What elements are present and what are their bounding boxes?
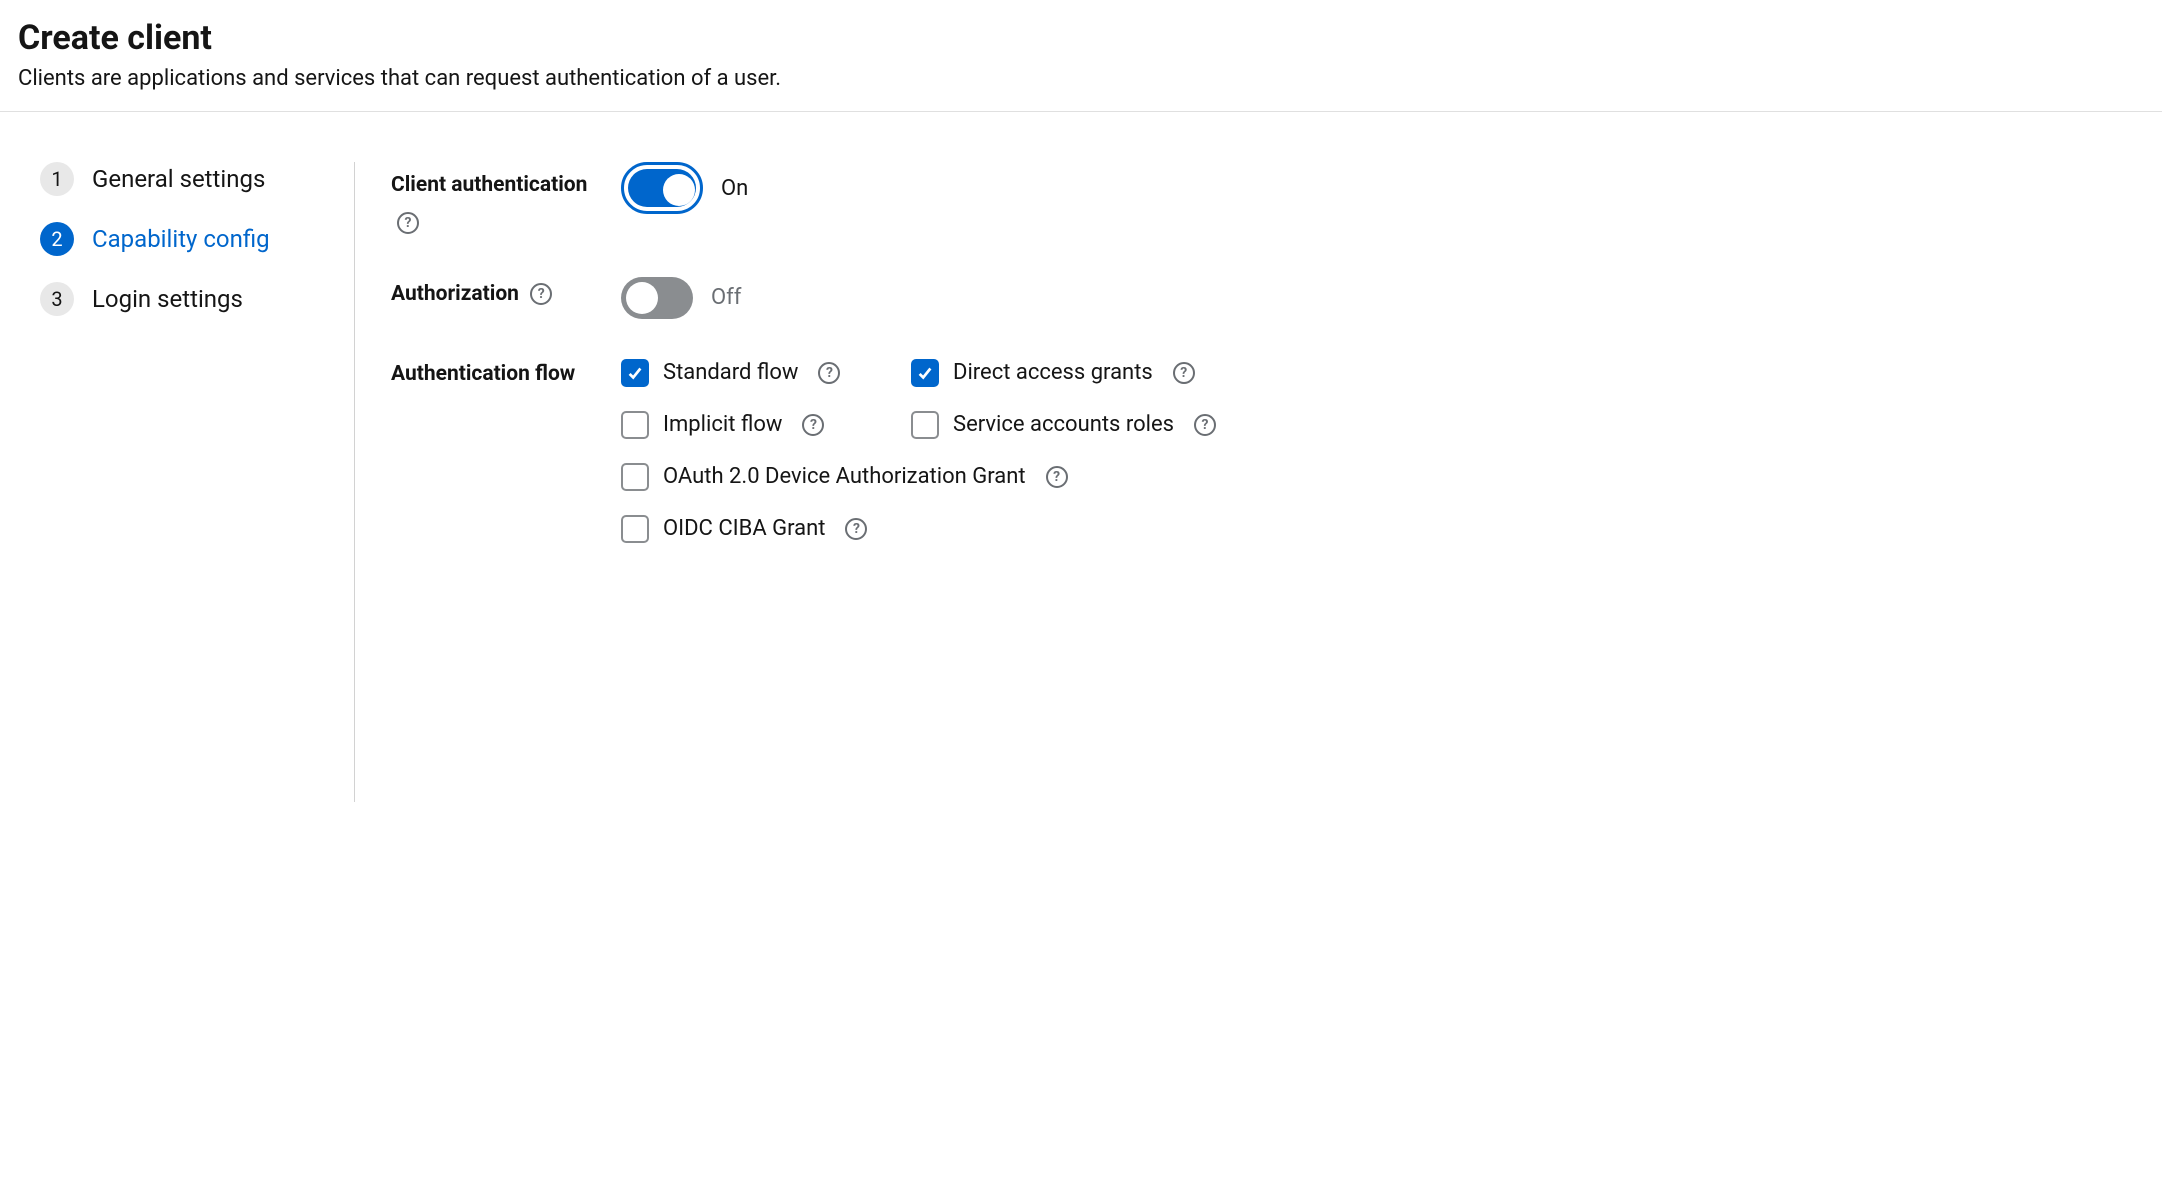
authentication-flow-label: Authentication flow [391, 362, 575, 386]
help-icon[interactable]: ? [530, 283, 552, 305]
step-number-badge: 2 [40, 222, 74, 256]
wizard-step-capability-config[interactable]: 2 Capability config [40, 222, 324, 256]
option-standard-flow: Standard flow ? [621, 359, 911, 387]
authorization-toggle[interactable] [621, 277, 693, 319]
help-icon[interactable]: ? [1046, 466, 1068, 488]
wizard-body: 1 General settings 2 Capability config 3… [0, 112, 2162, 802]
check-icon [916, 364, 934, 382]
page-header: Create client Clients are applications a… [0, 0, 2162, 112]
help-icon[interactable]: ? [1173, 362, 1195, 384]
help-icon[interactable]: ? [1194, 414, 1216, 436]
step-label: Login settings [92, 285, 243, 313]
page-subtitle: Clients are applications and services th… [18, 66, 2144, 91]
help-icon[interactable]: ? [397, 212, 419, 234]
checkbox-label: OIDC CIBA Grant [663, 516, 825, 541]
field-label: Authorization ? [391, 277, 621, 308]
option-oidc-ciba-grant: OIDC CIBA Grant ? [621, 515, 1231, 543]
checkbox-label: Direct access grants [953, 360, 1153, 385]
row-authorization: Authorization ? Off [391, 277, 2162, 319]
checkbox-label: Implicit flow [663, 412, 782, 437]
wizard-nav: 1 General settings 2 Capability config 3… [0, 162, 355, 802]
field-label: Authentication flow [391, 359, 621, 388]
toggle-state-label: Off [711, 285, 741, 310]
step-number-badge: 1 [40, 162, 74, 196]
row-client-authentication: Client authentication ? On [391, 162, 2162, 237]
toggle-state-label: On [721, 176, 748, 201]
page-title: Create client [18, 18, 2144, 58]
client-authentication-toggle[interactable] [621, 162, 703, 214]
option-service-accounts-roles: Service accounts roles ? [911, 411, 1231, 439]
direct-access-grants-checkbox[interactable] [911, 359, 939, 387]
implicit-flow-checkbox[interactable] [621, 411, 649, 439]
help-icon[interactable]: ? [818, 362, 840, 384]
checkbox-label: OAuth 2.0 Device Authorization Grant [663, 464, 1026, 489]
row-authentication-flow: Authentication flow Standard flow ? [391, 359, 2162, 543]
oauth-device-grant-checkbox[interactable] [621, 463, 649, 491]
help-icon[interactable]: ? [845, 518, 867, 540]
checkbox-label: Standard flow [663, 360, 798, 385]
step-label: Capability config [92, 225, 270, 253]
check-icon [626, 364, 644, 382]
standard-flow-checkbox[interactable] [621, 359, 649, 387]
wizard-step-general-settings[interactable]: 1 General settings [40, 162, 324, 196]
oidc-ciba-grant-checkbox[interactable] [621, 515, 649, 543]
form-area: Client authentication ? On Authorization… [355, 162, 2162, 802]
authorization-label: Authorization [391, 282, 519, 306]
option-oauth-device-grant: OAuth 2.0 Device Authorization Grant ? [621, 463, 1231, 491]
field-label: Client authentication ? [391, 162, 621, 237]
client-authentication-label: Client authentication [391, 173, 587, 197]
help-icon[interactable]: ? [802, 414, 824, 436]
step-number-badge: 3 [40, 282, 74, 316]
service-accounts-roles-checkbox[interactable] [911, 411, 939, 439]
wizard-step-login-settings[interactable]: 3 Login settings [40, 282, 324, 316]
step-label: General settings [92, 165, 265, 193]
option-direct-access-grants: Direct access grants ? [911, 359, 1231, 387]
option-implicit-flow: Implicit flow ? [621, 411, 911, 439]
checkbox-label: Service accounts roles [953, 412, 1174, 437]
